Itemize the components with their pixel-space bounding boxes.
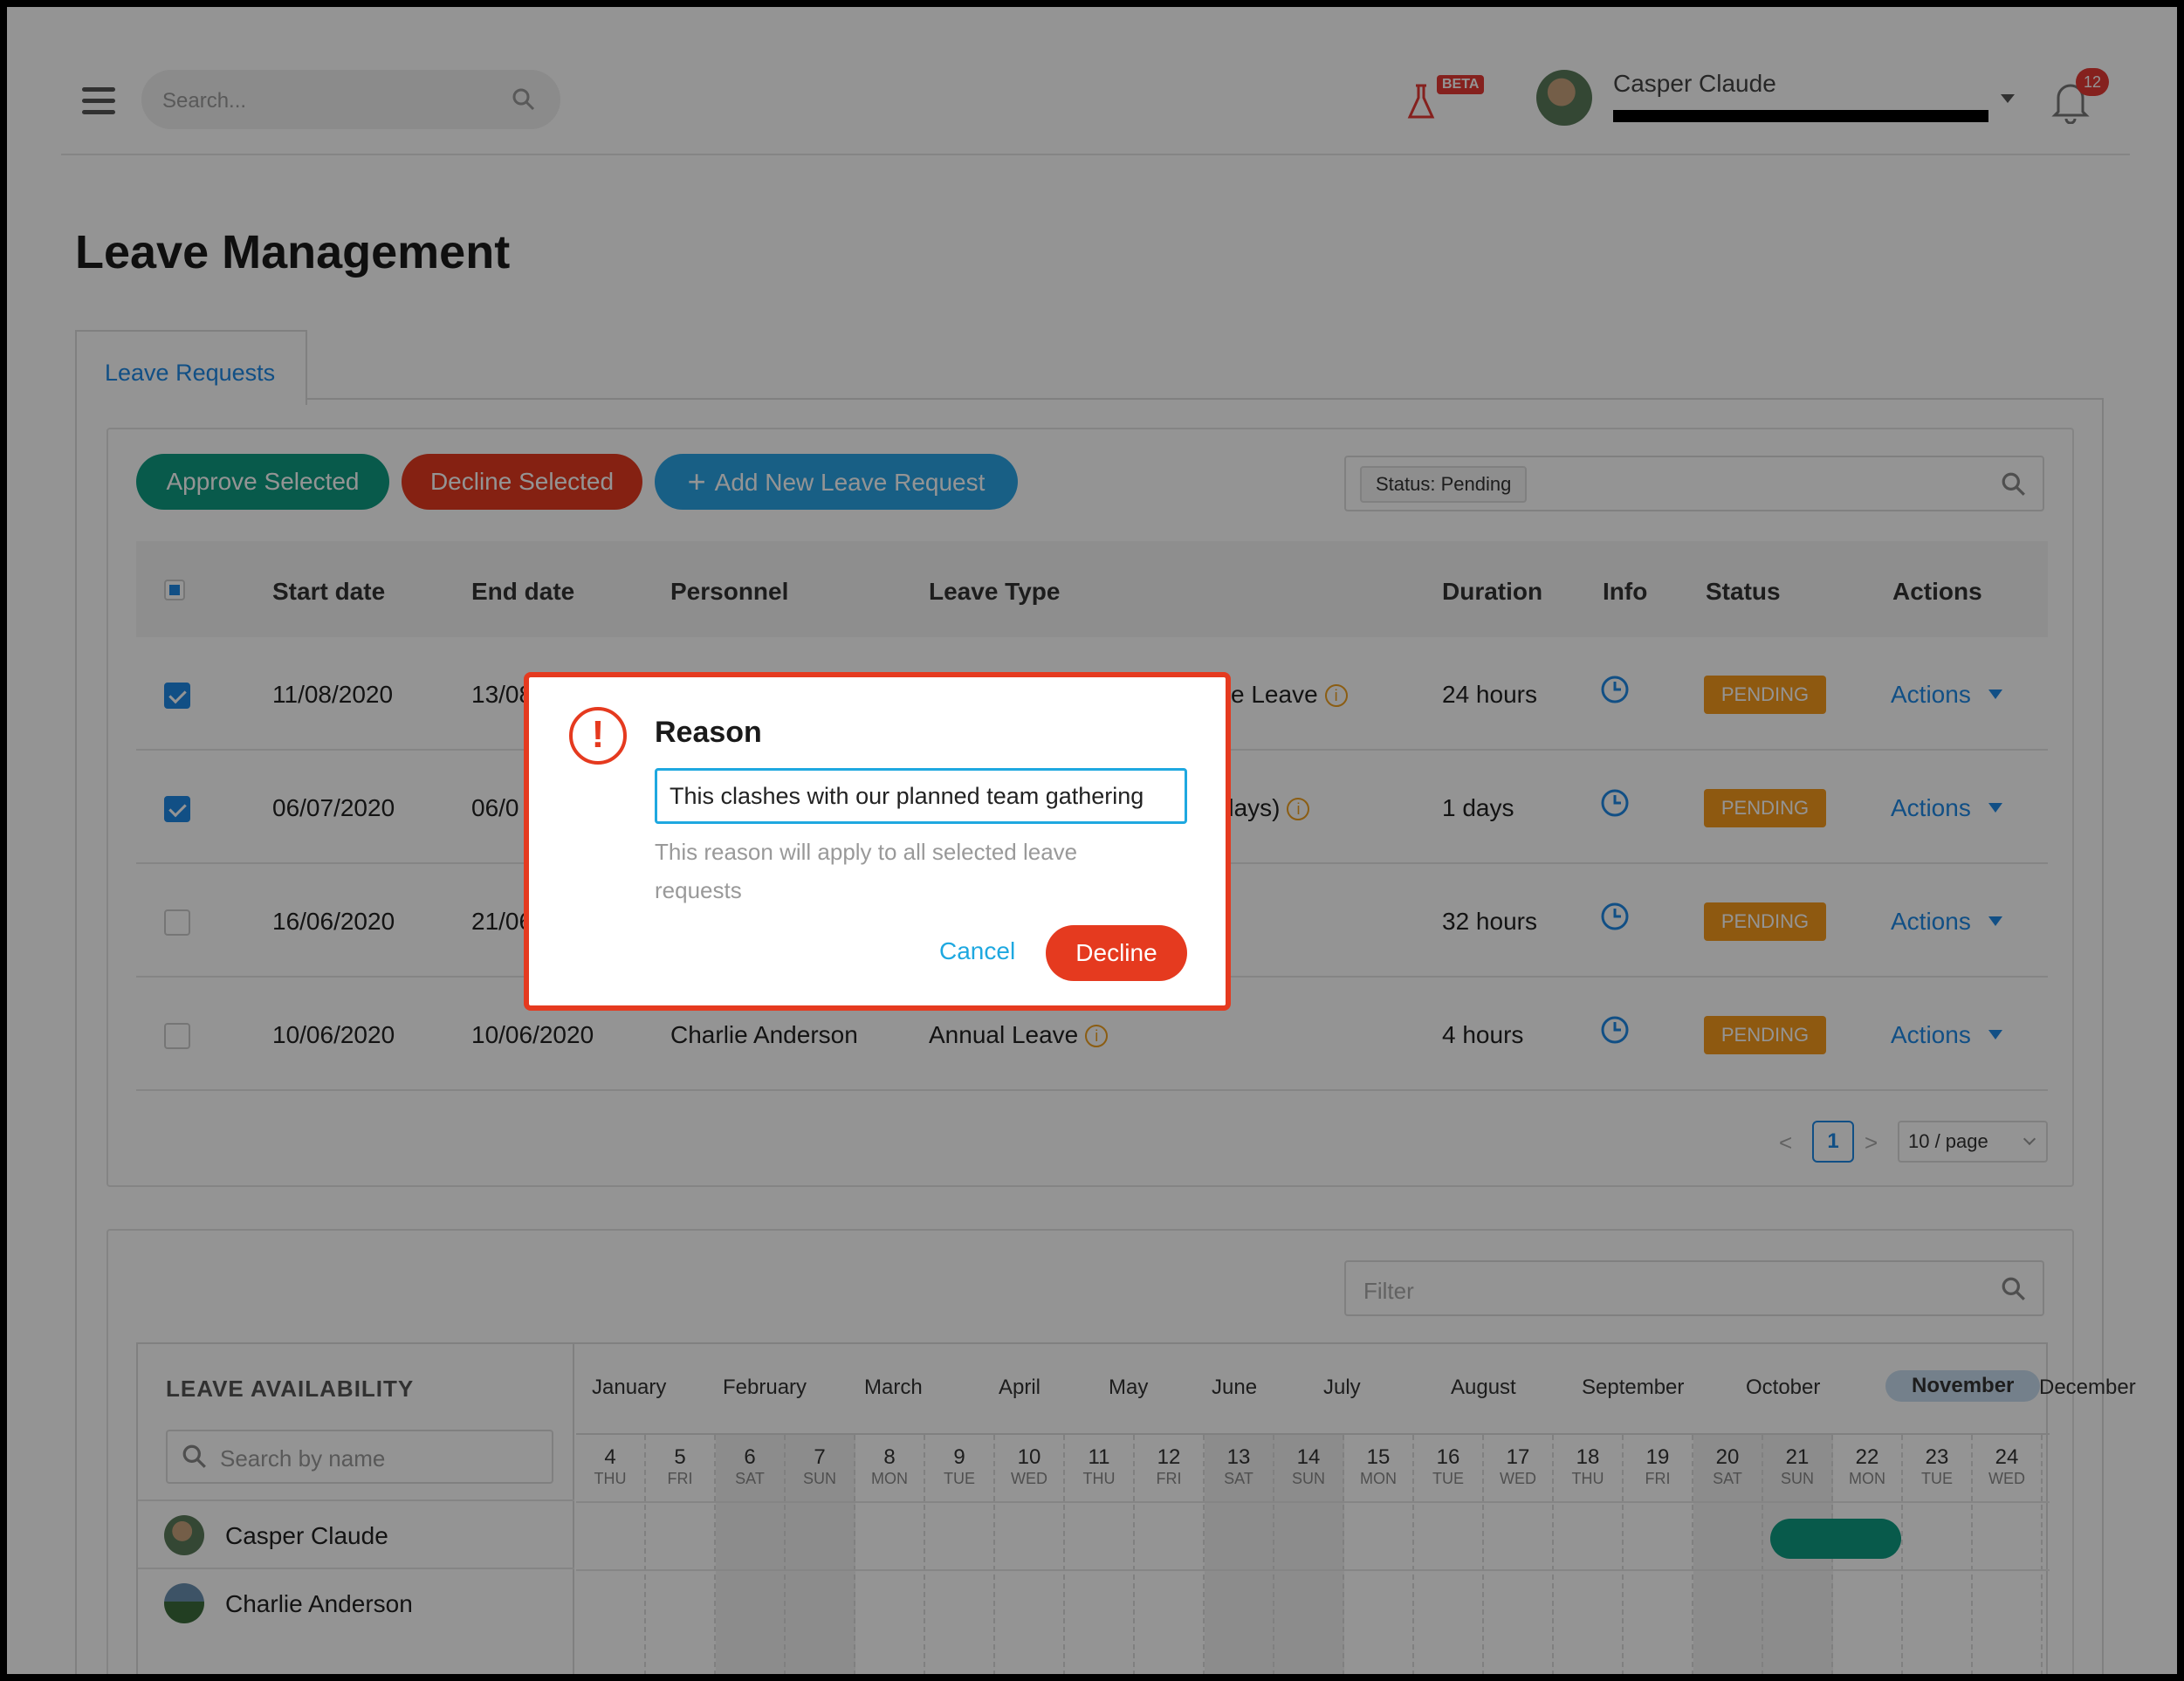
- exclamation-circle-icon: !: [569, 707, 627, 765]
- reason-help-text: This reason will apply to all selected l…: [655, 839, 1078, 903]
- app-window: Search... BETA Casper Claude 12 Leave Ma…: [7, 7, 2177, 1674]
- app-root: Search... BETA Casper Claude 12 Leave Ma…: [7, 7, 2177, 1674]
- reason-modal: ! Reason This reason will apply to all s…: [524, 672, 1231, 1011]
- modal-title: Reason: [655, 716, 762, 749]
- reason-input[interactable]: [655, 768, 1187, 824]
- decline-button[interactable]: Decline: [1046, 925, 1187, 981]
- cancel-button[interactable]: Cancel: [939, 937, 1015, 965]
